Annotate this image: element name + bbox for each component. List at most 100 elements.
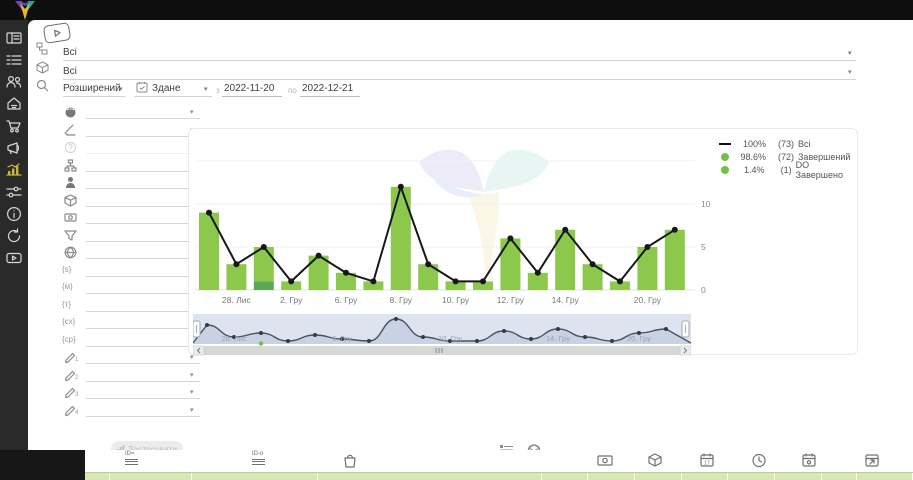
filter-select-underline — [86, 311, 200, 312]
sidebar-item-dashboard-icon[interactable] — [6, 30, 22, 46]
x-axis-label: 2. Гру — [280, 295, 303, 305]
pencil-icon: 1 — [64, 351, 77, 364]
svg-text:20. Гру: 20. Гру — [627, 334, 651, 343]
filter-select[interactable] — [86, 369, 200, 381]
product-filter-select[interactable]: Всі — [63, 66, 77, 77]
filter-select[interactable] — [86, 194, 200, 206]
svg-text:0: 0 — [701, 285, 706, 295]
sidebar-item-cart-icon[interactable] — [6, 118, 22, 134]
filter-select-underline — [86, 153, 200, 154]
filter-select[interactable] — [86, 176, 200, 188]
calendar-check-icon — [136, 81, 148, 93]
x-axis-label: 20. Гру — [634, 295, 662, 305]
chevron-down-icon[interactable]: ▾ — [119, 85, 123, 93]
filter-select[interactable] — [86, 106, 200, 118]
sidebar-item-list-icon[interactable] — [6, 52, 22, 68]
footer-money-icon[interactable] — [596, 452, 614, 468]
footer-id-list-icon[interactable]: ID= — [125, 452, 143, 468]
sidebar-nav — [0, 20, 28, 480]
line-point — [644, 244, 650, 250]
sidebar-item-refresh-icon[interactable] — [6, 228, 22, 244]
footer-calendar-17-icon[interactable]: 17 — [698, 452, 716, 468]
date-to-label: по — [288, 86, 297, 95]
x-axis-label: 28. Лис — [222, 295, 252, 305]
footer-cube-icon[interactable] — [646, 452, 664, 468]
filter-select-underline — [86, 346, 200, 347]
legend-pct: 1.4% — [733, 165, 765, 175]
chart-minimap-brush[interactable]: 28. Лис6. Гру10. Гру14. Гру20. Гру — [193, 314, 691, 356]
search-mode-select[interactable]: Розширений — [63, 83, 121, 94]
filter-select[interactable] — [86, 334, 200, 346]
tutorial-play-button[interactable] — [43, 22, 71, 44]
line-point — [507, 235, 513, 241]
table-header-cell — [728, 473, 775, 480]
footer-calendar-a-icon[interactable] — [800, 452, 818, 468]
filter-select[interactable] — [86, 281, 200, 293]
line-point — [233, 261, 239, 267]
line-point — [590, 261, 596, 267]
sidebar-item-video-icon[interactable] — [6, 250, 22, 266]
footer-bag-icon[interactable] — [341, 452, 359, 468]
filter-select[interactable] — [86, 386, 200, 398]
filter-select-underline — [86, 188, 200, 189]
legend-row[interactable]: 1.4%(1)DO Завершено — [717, 163, 857, 176]
date-to-input[interactable]: 2022-12-21 — [302, 83, 353, 94]
line-point — [206, 210, 212, 216]
pencil-icon: 4 — [64, 404, 77, 417]
filter-select[interactable] — [86, 246, 200, 258]
filter-select[interactable] — [86, 229, 200, 241]
filter-select[interactable] — [86, 351, 200, 363]
date-mode-select[interactable]: Здане — [152, 83, 181, 94]
sidebar-item-megaphone-icon[interactable] — [6, 140, 22, 156]
filter-select[interactable] — [86, 404, 200, 416]
play-icon — [53, 29, 61, 38]
filter-select[interactable] — [86, 299, 200, 311]
sphere-icon — [64, 106, 77, 119]
svg-text:28. Лис: 28. Лис — [221, 334, 247, 343]
line-point — [370, 278, 376, 284]
chevron-down-icon[interactable]: ▾ — [204, 85, 208, 93]
filter-select[interactable] — [86, 124, 200, 136]
question-icon — [64, 141, 77, 154]
sidebar-item-chart-icon[interactable] — [6, 162, 22, 178]
filter-select[interactable] — [86, 316, 200, 328]
org-icon — [64, 159, 77, 172]
line-point — [562, 227, 568, 233]
filter-select[interactable] — [86, 211, 200, 223]
brand-logo-icon[interactable] — [12, 0, 38, 21]
legend-row[interactable]: 100%(73)Всі — [717, 137, 857, 150]
line-point — [261, 244, 267, 250]
x-axis-label: 10. Гру — [442, 295, 470, 305]
divider — [300, 96, 360, 97]
table-header-cell — [318, 473, 542, 480]
divider — [63, 79, 856, 80]
filter-select-underline — [86, 171, 200, 172]
sidebar-item-users-icon[interactable] — [6, 74, 22, 90]
chevron-down-icon[interactable]: ▾ — [848, 49, 852, 57]
table-header-cell — [635, 473, 682, 480]
line-point — [617, 278, 623, 284]
orders-chart[interactable]: 051028. Лис2. Гру6. Гру8. Гру10. Гру12. … — [195, 133, 715, 309]
footer-id-o-list-icon[interactable]: ID-o — [252, 452, 270, 468]
date-from-input[interactable]: 2022-11-20 — [224, 83, 274, 94]
legend-label: Всі — [798, 139, 811, 149]
token-icon: {сх} — [62, 317, 75, 326]
filter-select[interactable] — [86, 159, 200, 171]
sitemap-icon — [36, 42, 49, 55]
svg-text:17: 17 — [704, 461, 710, 467]
chevron-down-icon[interactable]: ▾ — [848, 68, 852, 76]
legend-pct: 100% — [733, 139, 766, 149]
line-point — [316, 253, 322, 259]
sidebar-item-info-icon[interactable] — [6, 206, 22, 222]
x-axis-label: 14. Гру — [552, 295, 580, 305]
group-filter-select[interactable]: Всі — [63, 47, 77, 58]
filter-select[interactable] — [86, 141, 200, 153]
chart-legend: 100%(73)Всі98.6%(72)Завершений1.4%(1)DO … — [717, 137, 857, 176]
filter-select[interactable] — [86, 264, 200, 276]
footer-clock-icon[interactable] — [750, 452, 768, 468]
sidebar-item-home-icon[interactable] — [6, 96, 22, 112]
footer-calendar-export-icon[interactable] — [863, 452, 881, 468]
sidebar-item-sliders-icon[interactable] — [6, 184, 22, 200]
filter-select-underline — [86, 118, 200, 119]
brush-handle-right — [682, 321, 689, 337]
